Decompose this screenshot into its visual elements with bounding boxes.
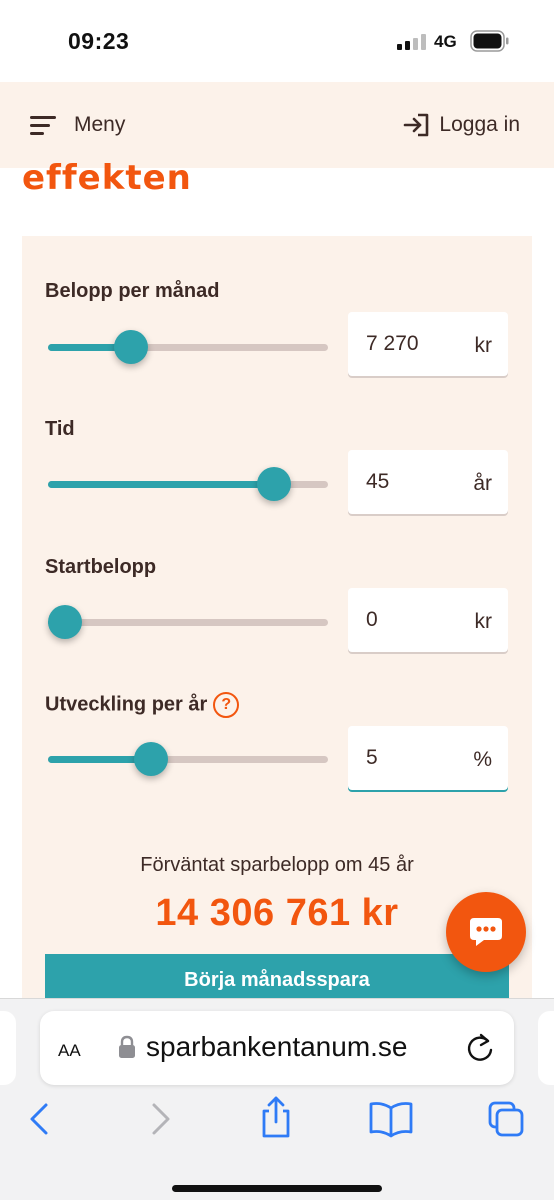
chat-button[interactable]	[446, 892, 526, 972]
next-tab-peek[interactable]	[538, 1011, 554, 1085]
site-header: Meny Logga in	[0, 82, 554, 168]
monthly-amount-slider[interactable]	[48, 327, 328, 367]
monthly-amount-field[interactable]: 7 270 kr	[348, 312, 508, 376]
tabs-icon[interactable]	[486, 1099, 526, 1139]
result-caption: Förväntat sparbelopp om 45 år	[140, 854, 414, 876]
start-amount-value: 0	[366, 608, 378, 631]
monthly-amount-unit: kr	[474, 334, 493, 357]
login-button[interactable]: Logga in	[403, 108, 520, 142]
chat-icon	[470, 918, 502, 946]
start-amount-slider[interactable]	[48, 602, 328, 642]
address-bar[interactable]: AA sparbankentanum.se	[40, 1011, 514, 1085]
lock-icon	[119, 1035, 135, 1058]
slider-thumb[interactable]	[48, 605, 82, 639]
growth-slider[interactable]	[48, 739, 328, 779]
growth-value: 5	[366, 746, 378, 769]
slider-thumb[interactable]	[257, 467, 292, 501]
growth-unit: %	[473, 748, 492, 771]
growth-label: Utveckling per år?	[45, 692, 240, 718]
browser-toolbar: AA sparbankentanum.se	[0, 998, 554, 1200]
time-field[interactable]: 45 år	[348, 450, 508, 514]
growth-label-text: Utveckling per år	[45, 693, 208, 716]
bookmarks-icon[interactable]	[368, 1099, 414, 1139]
url-text[interactable]: sparbankentanum.se	[146, 1031, 408, 1063]
reload-icon[interactable]	[466, 1032, 496, 1064]
help-icon[interactable]: ?	[213, 692, 240, 718]
time-unit: år	[473, 472, 492, 495]
text-size-small: AA	[58, 1041, 81, 1060]
slider-fill	[48, 481, 275, 488]
time-slider[interactable]	[48, 464, 328, 504]
back-icon[interactable]	[20, 1099, 60, 1139]
menu-icon	[30, 114, 60, 136]
share-icon[interactable]	[256, 1095, 296, 1139]
login-icon	[404, 113, 429, 137]
menu-button[interactable]: Meny	[30, 108, 125, 142]
monthly-amount-value: 7 270	[366, 332, 419, 355]
forward-icon[interactable]	[140, 1099, 180, 1139]
menu-label: Meny	[74, 113, 126, 136]
monthly-amount-label: Belopp per månad	[45, 280, 220, 302]
previous-tab-peek[interactable]	[0, 1011, 16, 1085]
battery-icon	[470, 30, 509, 52]
start-amount-label: Startbelopp	[45, 556, 157, 578]
home-indicator	[172, 1185, 382, 1192]
start-amount-field[interactable]: 0 kr	[348, 588, 508, 652]
growth-field[interactable]: 5 %	[348, 726, 508, 790]
status-time: 09:23	[68, 28, 130, 54]
start-amount-unit: kr	[474, 610, 493, 633]
signal-icon	[397, 34, 429, 50]
hero-heading: effekten	[22, 158, 192, 198]
slider-thumb[interactable]	[134, 742, 169, 776]
start-saving-button[interactable]: Börja månadsspara	[45, 954, 509, 1000]
slider-track	[48, 619, 328, 626]
slider-thumb[interactable]	[114, 330, 149, 364]
status-bar: 09:23 4G	[0, 0, 554, 82]
time-label: Tid	[45, 418, 75, 440]
time-value: 45	[366, 470, 390, 493]
text-size-button[interactable]: AA	[58, 1035, 81, 1063]
login-label: Logga in	[439, 113, 520, 136]
savings-calculator: Belopp per månad 7 270 kr Tid 45 år Star…	[22, 236, 532, 1000]
network-type: 4G	[434, 32, 457, 51]
